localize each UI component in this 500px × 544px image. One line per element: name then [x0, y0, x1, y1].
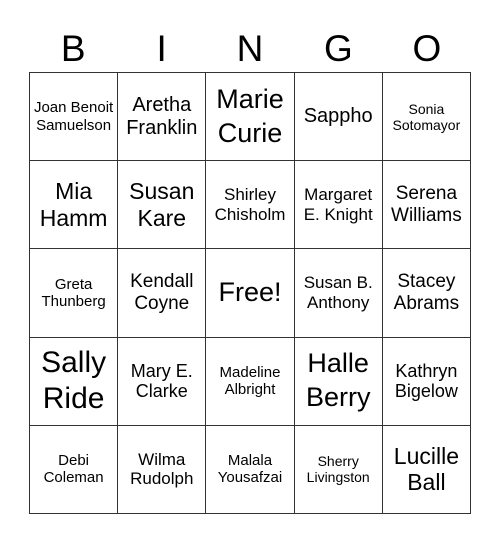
header-letter-i: I — [156, 28, 167, 69]
bingo-cell[interactable]: Sonia Sotomayor — [382, 73, 471, 162]
bingo-cell[interactable]: Stacey Abrams — [382, 249, 471, 338]
free-space-cell[interactable]: Free! — [206, 249, 295, 338]
bingo-cell[interactable]: Margaret E. Knight — [294, 161, 383, 250]
bingo-cell[interactable]: Susan Kare — [118, 161, 207, 250]
header-letter-n: N — [236, 28, 264, 69]
bingo-cell[interactable]: Lucille Ball — [382, 425, 471, 514]
bingo-header: B I N G O — [29, 26, 471, 72]
bingo-cell[interactable]: Wilma Rudolph — [118, 425, 207, 514]
bingo-cell[interactable]: Serena Williams — [382, 161, 471, 250]
bingo-cell[interactable]: Debi Coleman — [30, 425, 119, 514]
bingo-cell[interactable]: Sappho — [294, 73, 383, 162]
bingo-cell[interactable]: Aretha Franklin — [118, 73, 207, 162]
bingo-cell[interactable]: Greta Thunberg — [30, 249, 119, 338]
bingo-cell[interactable]: Marie Curie — [206, 73, 295, 162]
bingo-cell[interactable]: Mia Hamm — [30, 161, 119, 250]
bingo-cell[interactable]: Sally Ride — [30, 337, 119, 426]
bingo-cell[interactable]: Shirley Chisholm — [206, 161, 295, 250]
bingo-cell[interactable]: Sherry Livingston — [294, 425, 383, 514]
bingo-cell[interactable]: Kendall Coyne — [118, 249, 207, 338]
header-letter-b: B — [60, 28, 86, 69]
header-letter-o: O — [412, 28, 442, 69]
bingo-cell[interactable]: Kathryn Bigelow — [382, 337, 471, 426]
bingo-cell[interactable]: Joan Benoit Samuelson — [30, 73, 119, 162]
bingo-cell[interactable]: Malala Yousafzai — [206, 425, 295, 514]
bingo-cell[interactable]: Mary E. Clarke — [118, 337, 207, 426]
bingo-cell[interactable]: Madeline Albright — [206, 337, 295, 426]
header-letter-g: G — [324, 28, 353, 69]
bingo-cell[interactable]: Susan B. Anthony — [294, 249, 383, 338]
bingo-grid: Joan Benoit Samuelson Aretha Franklin Ma… — [29, 72, 471, 514]
bingo-cell[interactable]: Halle Berry — [294, 337, 383, 426]
